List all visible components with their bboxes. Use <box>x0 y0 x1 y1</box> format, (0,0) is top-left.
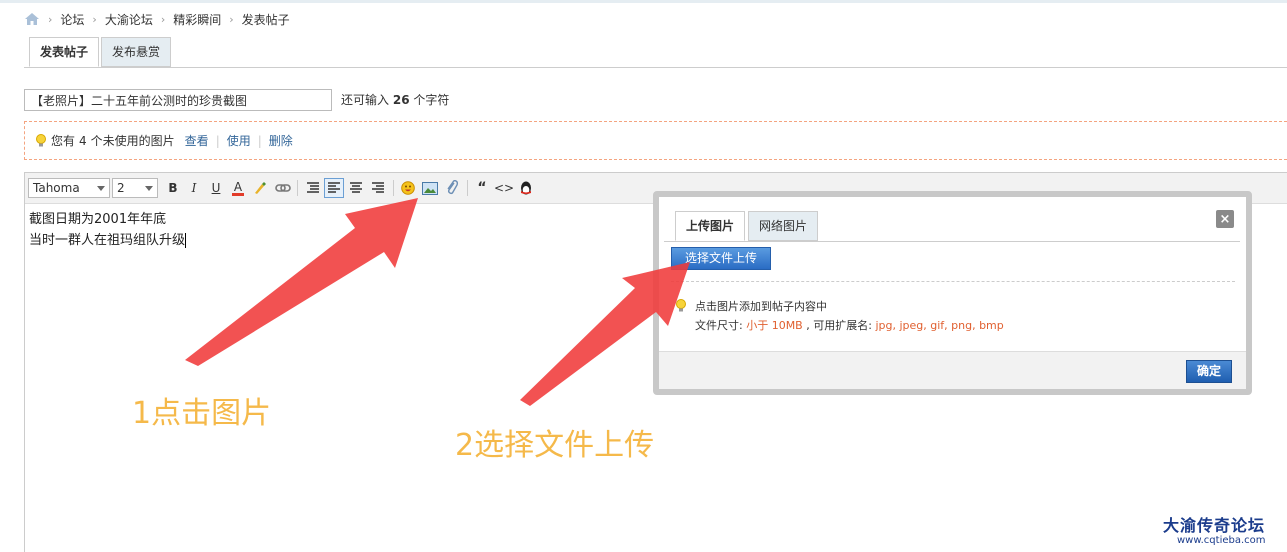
page: › 论坛 › 大渝论坛 › 精彩瞬间 › 发表帖子 发表帖子 发布悬赏 还可输入… <box>0 0 1287 552</box>
watermark-url: www.cqtieba.com <box>1177 535 1266 546</box>
step2-annotation: 2选择文件上传 <box>455 428 655 463</box>
step1-annotation: 1点击图片 <box>132 396 272 431</box>
annotation-arrows <box>185 198 690 406</box>
arrow-to-image-button <box>185 198 418 366</box>
arrow-to-upload-button <box>520 262 690 406</box>
watermark-logo: 大渝传奇论坛 <box>1163 516 1266 535</box>
